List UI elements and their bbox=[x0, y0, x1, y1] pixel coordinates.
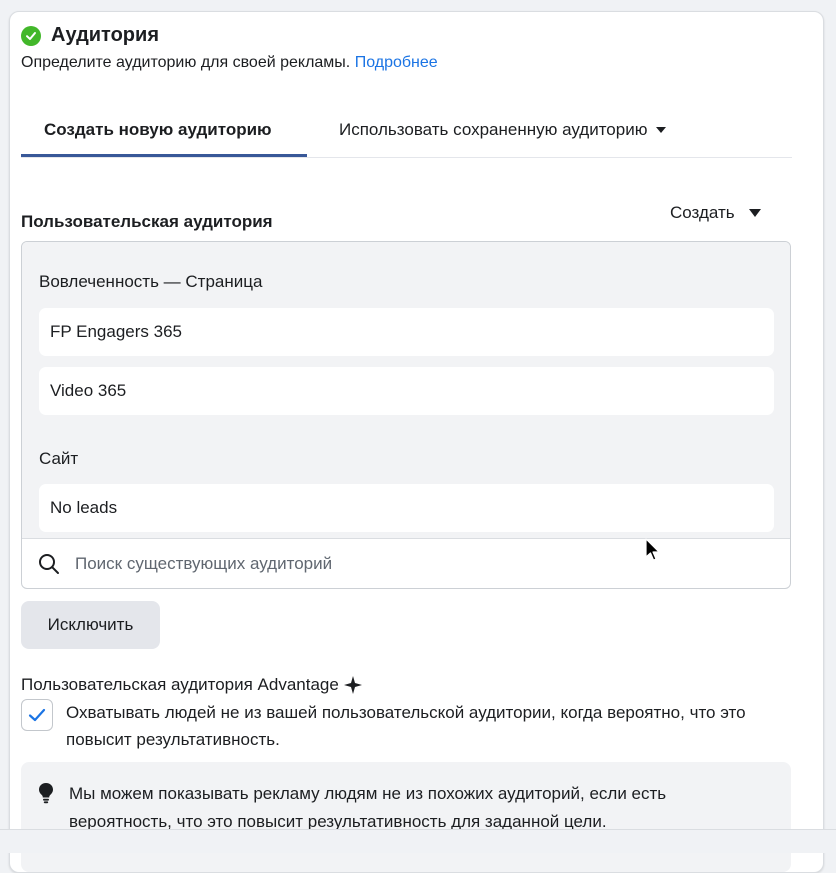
tip-text: Мы можем показывать рекламу людям не из … bbox=[69, 784, 667, 831]
advantage-checkbox[interactable] bbox=[21, 699, 53, 731]
caret-down-icon bbox=[656, 127, 667, 133]
create-dropdown-button[interactable]: Создать bbox=[670, 203, 761, 223]
tip-box: Мы можем показывать рекламу людям не из … bbox=[21, 762, 791, 872]
list-item[interactable]: FP Engagers 365 bbox=[39, 308, 774, 356]
custom-audience-box: Вовлеченность — Страница FP Engagers 365… bbox=[21, 241, 791, 589]
tab-label: Создать новую аудиторию bbox=[44, 120, 272, 139]
advantage-label-text: Пользовательская аудитория Advantage bbox=[21, 675, 339, 694]
caret-down-icon bbox=[748, 209, 761, 217]
audience-name: FP Engagers 365 bbox=[50, 322, 182, 341]
list-item[interactable]: Video 365 bbox=[39, 367, 774, 415]
checkmark-icon bbox=[28, 708, 46, 722]
tab-use-saved-audience[interactable]: Использовать сохраненную аудиторию bbox=[339, 120, 667, 140]
audience-list[interactable]: Вовлеченность — Страница FP Engagers 365… bbox=[22, 242, 790, 539]
list-item[interactable]: No leads bbox=[39, 484, 774, 532]
lightbulb-icon bbox=[39, 783, 53, 804]
audience-header: Аудитория bbox=[21, 24, 159, 47]
section-subtitle: Определите аудиторию для своей рекламы. … bbox=[21, 54, 438, 72]
audience-tabs: Создать новую аудиторию Использовать сох… bbox=[21, 110, 792, 158]
tab-create-new-audience[interactable]: Создать новую аудиторию bbox=[44, 120, 272, 140]
tab-label: Использовать сохраненную аудиторию bbox=[339, 120, 648, 139]
create-label: Создать bbox=[670, 203, 735, 222]
audience-name: Video 365 bbox=[50, 381, 127, 400]
search-icon bbox=[39, 553, 59, 574]
group-label-engagement: Вовлеченность — Страница bbox=[39, 272, 263, 291]
mouse-cursor-icon bbox=[645, 538, 660, 561]
section-title: Аудитория bbox=[51, 24, 159, 46]
exclude-button[interactable]: Исключить bbox=[21, 601, 160, 649]
active-tab-indicator bbox=[21, 154, 307, 157]
check-circle-icon bbox=[21, 25, 41, 46]
audience-name: No leads bbox=[50, 498, 118, 517]
advantage-checkbox-label: Охватывать людей не из вашей пользовател… bbox=[66, 703, 746, 749]
advantage-audience-label: Пользовательская аудитория Advantage bbox=[21, 675, 362, 695]
learn-more-link[interactable]: Подробнее bbox=[355, 54, 438, 71]
group-label-website: Сайт bbox=[39, 449, 79, 468]
subtitle-text: Определите аудиторию для своей рекламы. bbox=[21, 54, 351, 71]
page-bottom-edge bbox=[0, 829, 836, 853]
audience-search bbox=[22, 539, 790, 588]
custom-audience-label: Пользовательская аудитория bbox=[21, 212, 273, 231]
sparkle-icon bbox=[343, 676, 362, 694]
